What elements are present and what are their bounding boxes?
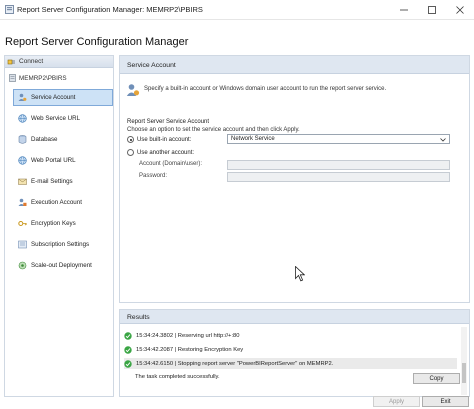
apply-button[interactable]: Apply — [373, 396, 420, 407]
maximize-button[interactable] — [418, 0, 446, 20]
service-account-group: Report Server Service Account Choose an … — [127, 119, 450, 182]
globe-icon — [18, 156, 27, 165]
left-nav-panel: Connect MEMRP2\PBIRS Service Account Web… — [4, 55, 114, 397]
plug-icon — [7, 59, 15, 65]
group-instructions: Choose an option to set the service acco… — [127, 127, 300, 133]
description-text: Specify a built-in account or Windows do… — [144, 86, 387, 92]
builtin-account-value: Network Service — [231, 136, 275, 142]
minimize-icon — [400, 9, 408, 11]
email-icon — [18, 178, 27, 185]
app-icon — [5, 5, 14, 14]
result-text: 15:34:42.2087 | Restoring Encryption Key — [136, 346, 244, 353]
nav-item-execution-account[interactable]: Execution Account — [13, 194, 113, 211]
results-scrollbar[interactable] — [461, 327, 467, 395]
nav-item-service-account[interactable]: Service Account — [13, 89, 113, 106]
title-bar: Report Server Configuration Manager: MEM… — [0, 0, 474, 20]
check-success-icon — [124, 359, 132, 368]
password-field-label: Password: — [139, 173, 168, 179]
app-header: Report Server Configuration Manager — [0, 32, 474, 52]
builtin-account-radio[interactable] — [127, 136, 134, 143]
results-panel: Results 15:34:24.3802 | Reserving url ht… — [119, 309, 470, 397]
copy-button[interactable]: Copy — [413, 373, 460, 384]
account-input[interactable] — [227, 160, 450, 170]
scrollbar-thumb[interactable] — [462, 363, 466, 383]
nav-item-label: E-mail Settings — [31, 178, 73, 185]
section-header: Service Account — [120, 56, 469, 74]
scale-out-icon — [18, 261, 27, 270]
key-icon — [18, 221, 27, 226]
nav-item-web-service-url[interactable]: Web Service URL — [13, 110, 113, 127]
result-text: 15:34:42.6150 | Stopping report server "… — [136, 360, 334, 367]
execution-account-icon — [18, 198, 27, 206]
nav-item-label: Scale-out Deployment — [31, 262, 92, 269]
server-icon — [9, 74, 16, 82]
service-account-large-icon — [126, 84, 140, 96]
result-text: 15:34:24.3802 | Reserving url http://+:8… — [136, 332, 240, 339]
database-icon — [18, 135, 27, 144]
section-title: Service Account — [127, 62, 176, 69]
another-account-radio[interactable] — [127, 149, 134, 156]
result-row: 15:34:42.2087 | Restoring Encryption Key — [124, 344, 243, 355]
result-row: 15:34:42.6150 | Stopping report server "… — [124, 358, 457, 369]
service-account-icon — [18, 93, 27, 101]
server-node[interactable]: MEMRP2\PBIRS — [9, 73, 67, 83]
nav-item-label: Execution Account — [31, 199, 82, 206]
nav-item-label: Web Portal URL — [31, 157, 76, 164]
nav-item-subscription-settings[interactable]: Subscription Settings — [13, 236, 113, 253]
nav-item-label: Web Service URL — [31, 115, 81, 122]
builtin-account-radio-row[interactable]: Use built-in account: — [127, 135, 191, 144]
nav-item-email-settings[interactable]: E-mail Settings — [13, 173, 113, 190]
nav-item-label: Database — [31, 136, 58, 143]
results-header: Results — [120, 310, 469, 324]
account-field-label: Account (Domain\user): — [139, 161, 203, 167]
group-title: Report Server Service Account — [127, 119, 210, 125]
another-account-radio-row[interactable]: Use another account: — [127, 148, 194, 157]
maximize-icon — [428, 6, 436, 14]
server-label: MEMRP2\PBIRS — [19, 74, 67, 82]
exit-button[interactable]: Exit — [422, 396, 469, 407]
nav-item-label: Service Account — [31, 94, 76, 101]
results-title: Results — [127, 314, 150, 321]
close-icon — [456, 6, 464, 14]
check-success-icon — [124, 331, 132, 340]
app-title: Report Server Configuration Manager — [5, 36, 189, 48]
connect-label: Connect — [19, 58, 44, 65]
minimize-button[interactable] — [390, 0, 418, 20]
result-row: 15:34:24.3802 | Reserving url http://+:8… — [124, 330, 240, 341]
nav-item-scale-out-deployment[interactable]: Scale-out Deployment — [13, 257, 113, 274]
mouse-cursor-icon — [295, 266, 305, 282]
password-input[interactable] — [227, 172, 450, 182]
nav-item-encryption-keys[interactable]: Encryption Keys — [13, 215, 113, 232]
close-button[interactable] — [446, 0, 474, 20]
globe-icon — [18, 114, 27, 123]
check-success-icon — [124, 345, 132, 354]
builtin-account-label: Use built-in account: — [137, 136, 192, 143]
nav-item-database[interactable]: Database — [13, 131, 113, 148]
subscription-icon — [18, 240, 27, 249]
nav-item-web-portal-url[interactable]: Web Portal URL — [13, 152, 113, 169]
nav-item-label: Subscription Settings — [31, 241, 90, 248]
chevron-down-icon — [440, 138, 446, 142]
another-account-label: Use another account: — [137, 149, 195, 156]
nav-item-label: Encryption Keys — [31, 220, 76, 227]
connect-button[interactable]: Connect — [5, 56, 113, 68]
completion-note: The task completed successfully. — [135, 374, 220, 380]
builtin-account-select[interactable]: Network Service — [227, 134, 450, 144]
window-title: Report Server Configuration Manager: MEM… — [17, 5, 203, 14]
